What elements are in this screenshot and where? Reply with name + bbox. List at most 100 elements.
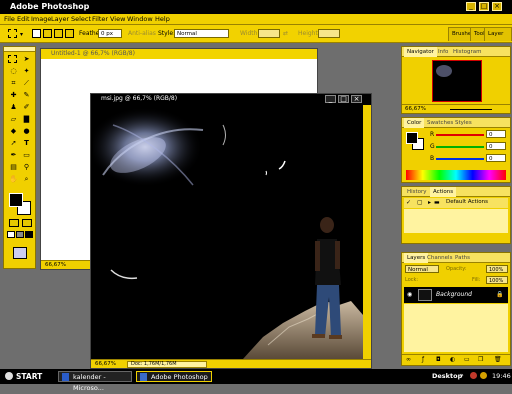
- new-selection-icon[interactable]: [32, 29, 41, 38]
- move-tool-icon[interactable]: ➤: [21, 54, 32, 64]
- zoom-slider[interactable]: [450, 109, 492, 110]
- maximize-button[interactable]: □: [479, 2, 489, 11]
- color-ramp[interactable]: [406, 170, 506, 180]
- stamp-tool-icon[interactable]: ♟: [8, 102, 19, 112]
- new-group-icon[interactable]: ▭: [464, 356, 470, 363]
- screen-mode-standard-icon[interactable]: [7, 231, 15, 238]
- subtract-selection-icon[interactable]: [54, 29, 63, 38]
- layer-mask-icon[interactable]: ◘: [436, 356, 441, 363]
- blend-mode-select[interactable]: Normal: [405, 265, 439, 273]
- expand-triangle-icon[interactable]: ▸: [428, 199, 431, 206]
- channel-g-input[interactable]: 0: [486, 142, 506, 150]
- style-select[interactable]: Normal: [174, 29, 229, 38]
- eyedropper-icon[interactable]: ⚲: [21, 162, 32, 172]
- tab-info[interactable]: Info: [435, 47, 451, 57]
- channel-b-input[interactable]: 0: [486, 154, 506, 162]
- crop-tool-icon[interactable]: ⌗: [8, 78, 19, 88]
- doc-close-button[interactable]: ×: [351, 95, 362, 103]
- checkmark-icon[interactable]: ✓: [406, 199, 411, 206]
- foreground-color-swatch[interactable]: [9, 193, 23, 207]
- shape-tool-icon[interactable]: ▭: [21, 150, 32, 160]
- layer-row-background[interactable]: ◉ Background 🔒: [404, 287, 508, 303]
- feather-input[interactable]: 0 px: [98, 29, 122, 38]
- action-set-row[interactable]: ✓ ▢ ▸ ▬ Default Actions: [404, 198, 508, 208]
- screen-mode-full-menu-icon[interactable]: [16, 231, 24, 238]
- desktop-chevron-icon[interactable]: »: [460, 372, 464, 379]
- menu-select[interactable]: Select: [71, 15, 91, 23]
- zoom-tool-icon[interactable]: ⌕: [21, 174, 32, 184]
- channel-g-slider[interactable]: [436, 146, 484, 148]
- quickmask-mode-icon[interactable]: [22, 219, 32, 227]
- menu-file[interactable]: File: [4, 15, 15, 23]
- doc-info[interactable]: Doc: 1,76M/1,76M: [127, 361, 207, 368]
- history-brush-icon[interactable]: ✐: [21, 102, 32, 112]
- layer-name[interactable]: Background: [436, 291, 472, 298]
- opacity-input[interactable]: 100%: [486, 265, 508, 273]
- intersect-selection-icon[interactable]: [65, 29, 74, 38]
- close-button[interactable]: ×: [492, 2, 502, 11]
- healing-brush-icon[interactable]: ✚: [8, 90, 19, 100]
- doc-maximize-button[interactable]: □: [338, 95, 349, 103]
- dodge-tool-icon[interactable]: ●: [21, 126, 32, 136]
- eraser-tool-icon[interactable]: ▱: [8, 114, 19, 124]
- tray-icon[interactable]: [480, 372, 487, 379]
- document-title-bar[interactable]: Untitled-1 @ 66,7% (RGB/8): [41, 49, 317, 59]
- tab-color[interactable]: Color: [404, 118, 425, 128]
- marquee-rect-icon[interactable]: [8, 29, 17, 38]
- zoom-level[interactable]: 66,67%: [95, 361, 116, 367]
- taskbar-item-word[interactable]: kalender - Microso...: [58, 371, 132, 392]
- navigator-zoom[interactable]: 66,67%: [405, 106, 426, 112]
- lasso-tool-icon[interactable]: ◌: [8, 66, 19, 76]
- doc-minimize-button[interactable]: _: [325, 95, 336, 103]
- marquee-tool-icon[interactable]: [8, 55, 17, 63]
- gradient-tool-icon[interactable]: ▇: [21, 114, 32, 124]
- taskbar-item-photoshop[interactable]: Adobe Photoshop: [136, 371, 212, 382]
- menu-help[interactable]: Help: [155, 15, 170, 23]
- tab-layer-comps[interactable]: Layer: [484, 27, 512, 41]
- navigator-thumbnail[interactable]: [432, 60, 482, 102]
- menu-edit[interactable]: Edit: [17, 15, 30, 23]
- tab-histogram[interactable]: Histogram: [450, 47, 485, 57]
- zoom-level[interactable]: 66,67%: [45, 262, 66, 268]
- type-tool-icon[interactable]: T: [21, 138, 32, 148]
- adjustment-layer-icon[interactable]: ◐: [450, 356, 455, 363]
- notes-tool-icon[interactable]: ▤: [8, 162, 19, 172]
- width-input[interactable]: [258, 29, 280, 38]
- brush-tool-icon[interactable]: ✎: [21, 90, 32, 100]
- trash-icon[interactable]: 🗑: [494, 356, 502, 363]
- foreground-color-swatch[interactable]: [406, 132, 418, 144]
- menu-view[interactable]: View: [110, 15, 125, 23]
- menu-image[interactable]: Image: [31, 15, 51, 23]
- fill-input[interactable]: 100%: [486, 276, 508, 284]
- hand-tool-icon[interactable]: ✋: [8, 174, 19, 184]
- path-selection-icon[interactable]: ➚: [8, 138, 19, 148]
- menu-window[interactable]: Window: [127, 15, 153, 23]
- dialog-toggle-icon[interactable]: ▢: [417, 199, 423, 206]
- start-button[interactable]: START: [2, 371, 48, 382]
- antialias-label[interactable]: Anti-alias: [128, 30, 156, 37]
- minimize-button[interactable]: _: [466, 2, 476, 11]
- tab-actions[interactable]: Actions: [430, 187, 457, 197]
- menu-layer[interactable]: Layer: [51, 15, 69, 23]
- channel-r-slider[interactable]: [436, 134, 484, 136]
- new-layer-icon[interactable]: ❐: [478, 356, 483, 363]
- tray-icon[interactable]: [470, 372, 477, 379]
- slice-tool-icon[interactable]: ⟋: [21, 78, 32, 88]
- desktop-label[interactable]: Desktop: [432, 372, 462, 380]
- menu-filter[interactable]: Filter: [92, 15, 108, 23]
- document-title-bar[interactable]: msi.jpg @ 66,7% (RGB/8) _ □ ×: [91, 94, 371, 104]
- tab-channels[interactable]: Channels: [424, 253, 455, 263]
- channel-r-input[interactable]: 0: [486, 130, 506, 138]
- toolbox-grip[interactable]: [4, 47, 35, 52]
- channel-b-slider[interactable]: [436, 158, 484, 160]
- layer-style-icon[interactable]: ƒ: [422, 356, 424, 363]
- link-icon[interactable]: ∞: [406, 356, 411, 363]
- tab-history[interactable]: History: [404, 187, 430, 197]
- vertical-scrollbar[interactable]: [363, 105, 371, 359]
- jump-to-imageready-icon[interactable]: [13, 247, 27, 259]
- image-canvas[interactable]: [93, 105, 363, 359]
- tab-styles[interactable]: Styles: [452, 118, 475, 128]
- add-selection-icon[interactable]: [43, 29, 52, 38]
- pen-tool-icon[interactable]: ✒: [8, 150, 19, 160]
- chevron-down-icon[interactable]: ▾: [20, 31, 23, 38]
